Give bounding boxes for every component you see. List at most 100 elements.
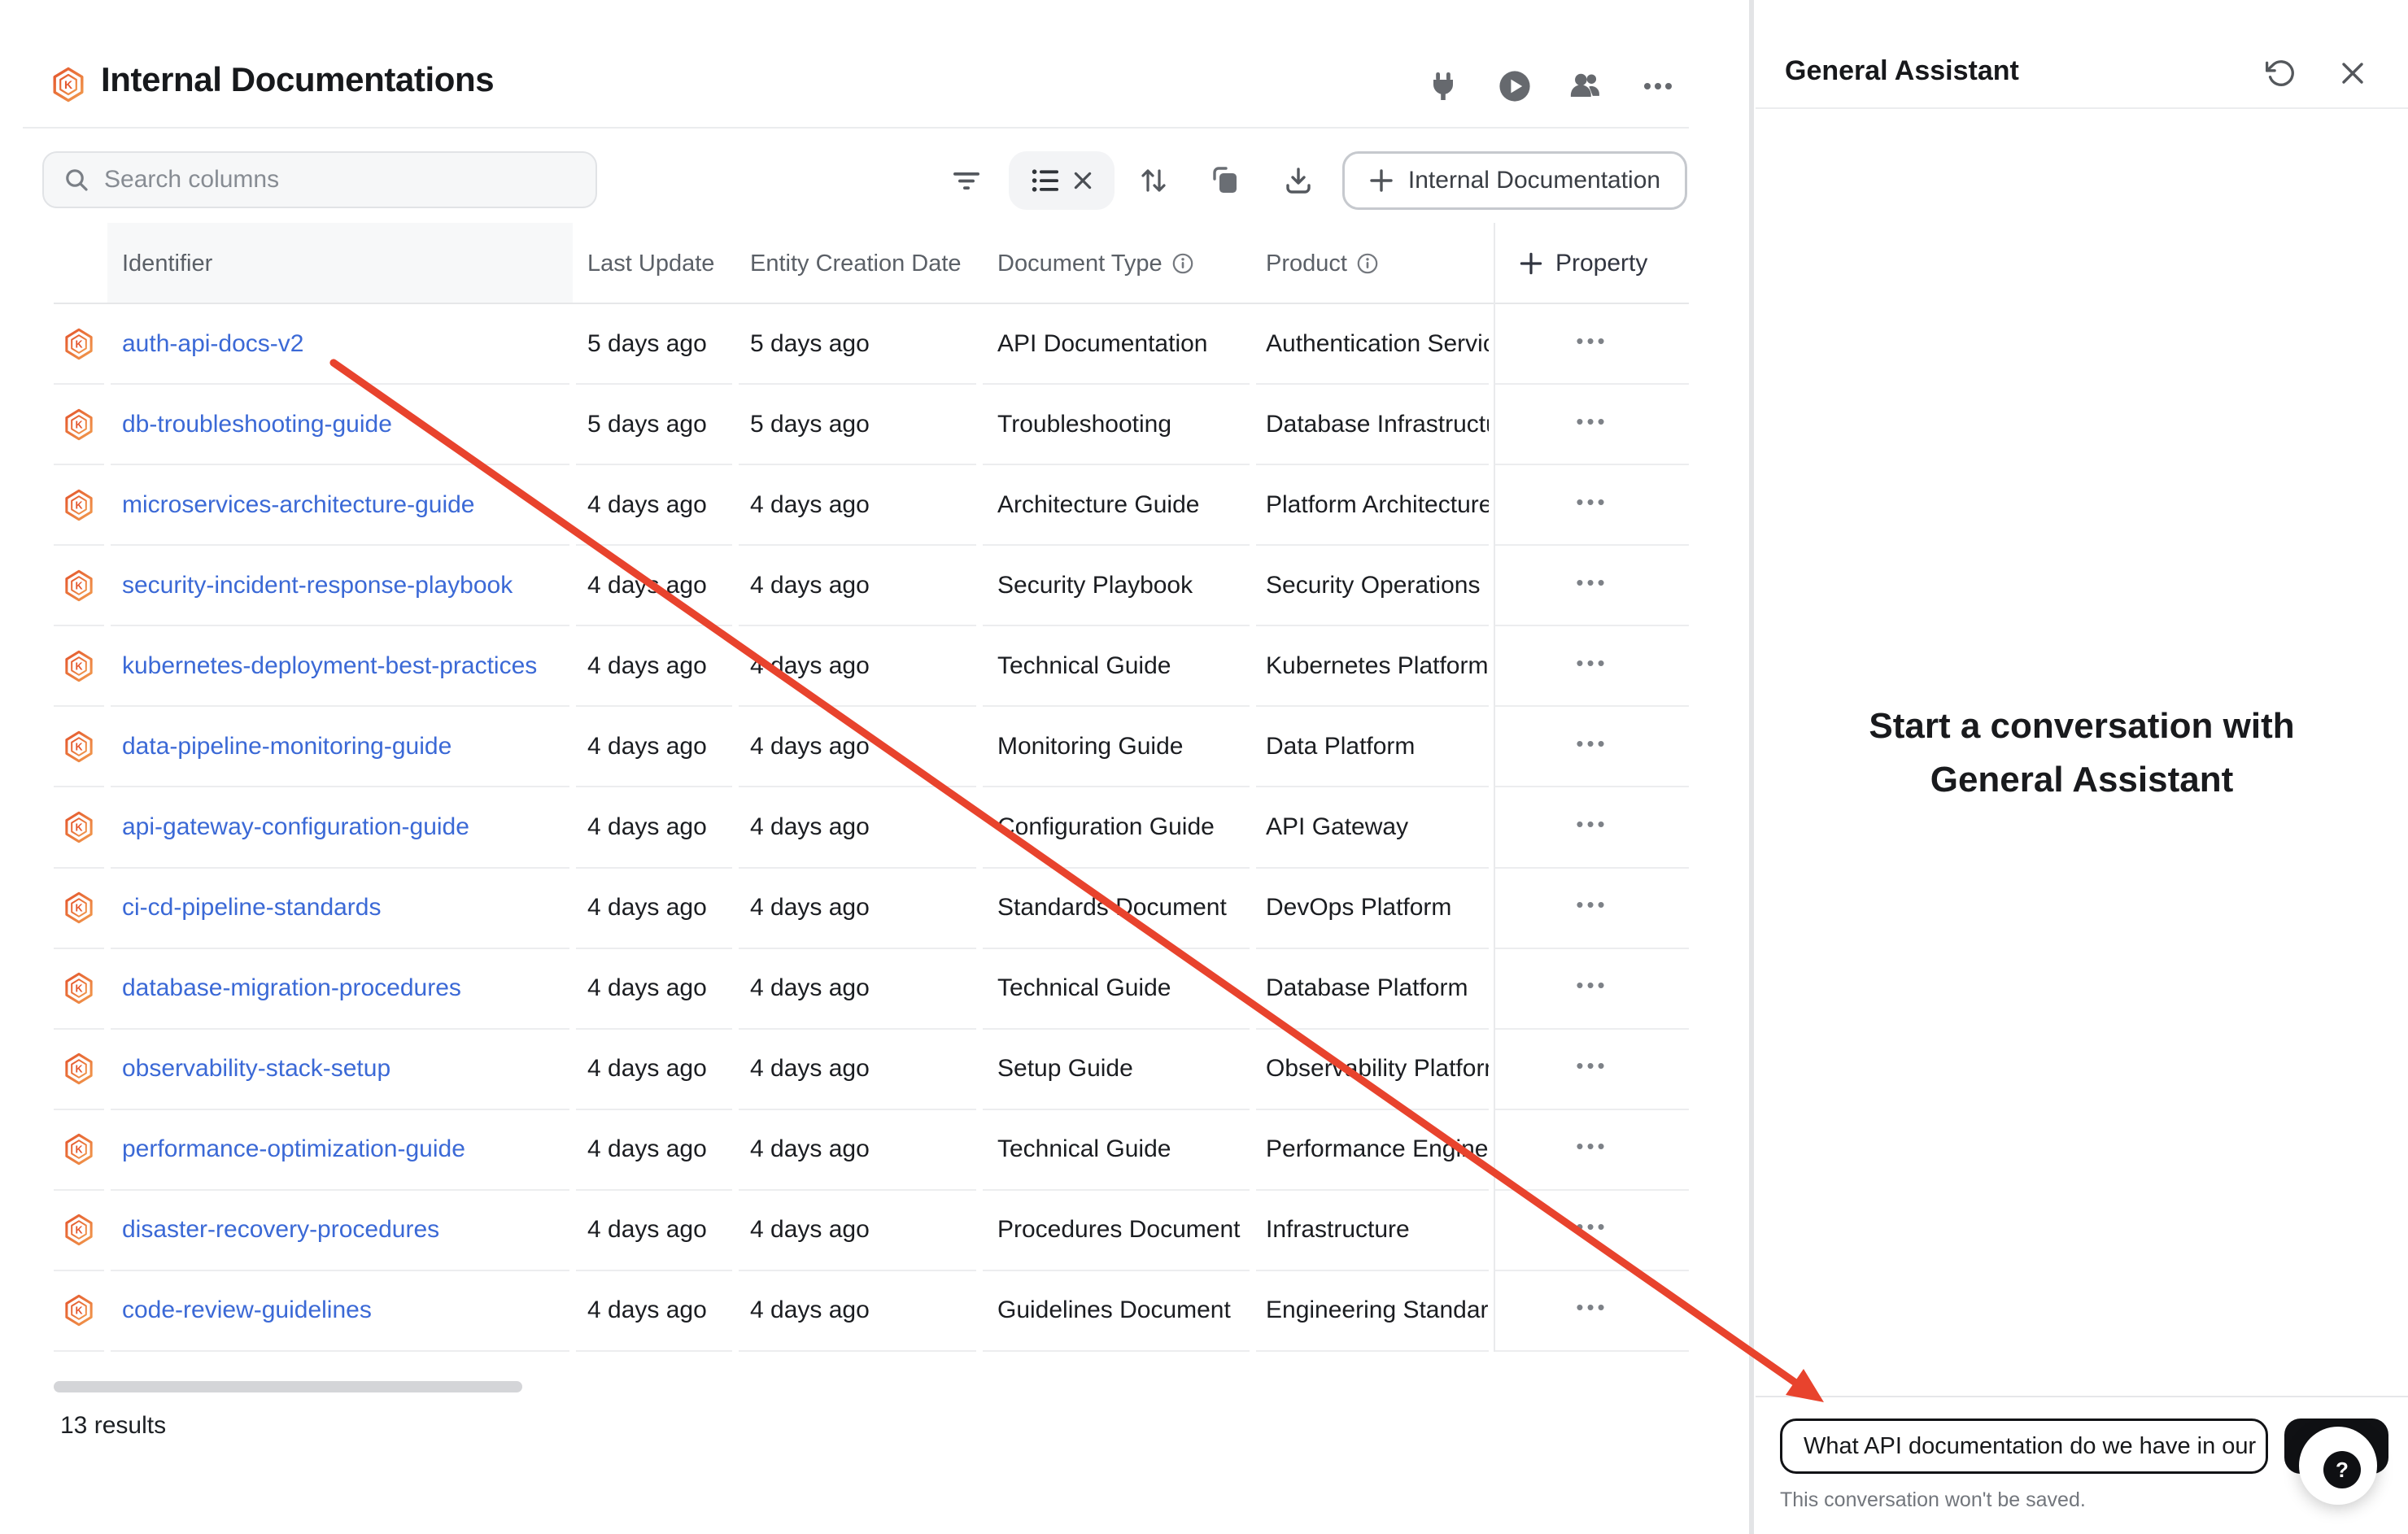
record-link[interactable]: db-troubleshooting-guide <box>122 411 392 438</box>
row-more-actions-icon[interactable]: ••• <box>1576 894 1608 922</box>
add-property-button[interactable]: Property <box>1520 223 1647 304</box>
last-update-cell: 4 days ago <box>576 1271 732 1352</box>
row-actions-cell: ••• <box>1495 1030 1689 1110</box>
download-icon[interactable] <box>1274 156 1323 205</box>
row-icon-cell <box>54 869 104 949</box>
entity-creation-date-cell: 4 days ago <box>739 1110 976 1191</box>
last-update-cell: 4 days ago <box>576 465 732 546</box>
row-more-actions-icon[interactable]: ••• <box>1576 1296 1608 1324</box>
header-divider <box>23 127 1689 129</box>
record-hexagon-icon <box>64 972 94 1005</box>
identifier-cell: microservices-architecture-guide <box>111 465 569 546</box>
record-link[interactable]: api-gateway-configuration-guide <box>122 813 469 841</box>
product-cell: Database Platform <box>1256 949 1489 1030</box>
close-panel-icon[interactable] <box>2335 55 2371 91</box>
clear-view-icon <box>1074 172 1092 190</box>
identifier-cell: data-pipeline-monitoring-guide <box>111 707 569 787</box>
integrations-plug-icon[interactable] <box>1425 68 1461 104</box>
row-more-actions-icon[interactable]: ••• <box>1576 572 1608 599</box>
row-icon-cell <box>54 707 104 787</box>
document-type-cell: Architecture Guide <box>983 465 1250 546</box>
row-icon-cell <box>54 787 104 868</box>
record-link[interactable]: kubernetes-deployment-best-practices <box>122 652 537 680</box>
entity-creation-date-cell: 4 days ago <box>739 707 976 787</box>
row-icon-cell <box>54 626 104 707</box>
record-link[interactable]: code-review-guidelines <box>122 1296 372 1324</box>
document-type-cell: Configuration Guide <box>983 787 1250 868</box>
table-row: api-gateway-configuration-guide 4 days a… <box>54 787 1689 868</box>
reset-conversation-icon[interactable] <box>2263 55 2299 91</box>
row-icon-cell <box>54 304 104 385</box>
entity-creation-date-cell: 4 days ago <box>739 1271 976 1352</box>
row-more-actions-icon[interactable]: ••• <box>1576 411 1608 438</box>
document-type-cell: Standards Document <box>983 869 1250 949</box>
assistant-input-value: What API documentation do we have in our <box>1804 1433 2256 1460</box>
view-switcher[interactable] <box>1009 151 1115 210</box>
column-header-document-type[interactable]: Document Type <box>997 223 1193 304</box>
duplicate-icon[interactable] <box>1201 156 1250 205</box>
identifier-cell: auth-api-docs-v2 <box>111 304 569 385</box>
row-more-actions-icon[interactable]: ••• <box>1576 733 1608 760</box>
document-type-cell: Troubleshooting <box>983 385 1250 465</box>
identifier-cell: api-gateway-configuration-guide <box>111 787 569 868</box>
row-more-actions-icon[interactable]: ••• <box>1576 1216 1608 1244</box>
column-header-identifier[interactable]: Identifier <box>122 223 212 304</box>
column-header-product[interactable]: Product <box>1266 223 1378 304</box>
record-link[interactable]: microservices-architecture-guide <box>122 491 474 519</box>
row-more-actions-icon[interactable]: ••• <box>1576 1135 1608 1163</box>
record-hexagon-icon <box>64 891 94 924</box>
record-link[interactable]: disaster-recovery-procedures <box>122 1216 439 1244</box>
row-actions-cell: ••• <box>1495 626 1689 707</box>
row-actions-cell: ••• <box>1495 1110 1689 1191</box>
row-more-actions-icon[interactable]: ••• <box>1576 1055 1608 1083</box>
record-link[interactable]: observability-stack-setup <box>122 1055 390 1083</box>
record-link[interactable]: performance-optimization-guide <box>122 1135 465 1163</box>
row-icon-cell <box>54 949 104 1030</box>
search-input[interactable]: Search columns <box>42 151 597 208</box>
row-more-actions-icon[interactable]: ••• <box>1576 813 1608 841</box>
more-options-icon[interactable] <box>1640 68 1676 104</box>
record-hexagon-icon <box>64 569 94 602</box>
table-row: security-incident-response-playbook 4 da… <box>54 546 1689 626</box>
row-more-actions-icon[interactable]: ••• <box>1576 330 1608 358</box>
record-link[interactable]: security-incident-response-playbook <box>122 572 513 599</box>
play-demo-icon[interactable] <box>1497 68 1533 104</box>
last-update-cell: 4 days ago <box>576 1030 732 1110</box>
document-type-cell: Monitoring Guide <box>983 707 1250 787</box>
document-type-cell: Technical Guide <box>983 626 1250 707</box>
horizontal-scrollbar[interactable] <box>54 1381 522 1392</box>
table-row: microservices-architecture-guide 4 days … <box>54 465 1689 546</box>
new-record-button[interactable]: Internal Documentation <box>1342 151 1687 210</box>
row-actions-cell: ••• <box>1495 385 1689 465</box>
help-question-icon[interactable]: ? <box>2323 1451 2361 1488</box>
row-icon-cell <box>54 1191 104 1271</box>
document-type-cell: Technical Guide <box>983 949 1250 1030</box>
last-update-cell: 4 days ago <box>576 546 732 626</box>
assistant-message-input[interactable]: What API documentation do we have in our <box>1780 1419 2268 1474</box>
entity-creation-date-cell: 4 days ago <box>739 465 976 546</box>
row-icon-cell <box>54 1030 104 1110</box>
column-header-entity-creation-date[interactable]: Entity Creation Date <box>750 223 962 304</box>
row-more-actions-icon[interactable]: ••• <box>1576 652 1608 680</box>
assistant-empty-state: Start a conversation with General Assist… <box>1756 699 2408 807</box>
column-header-last-update[interactable]: Last Update <box>587 223 714 304</box>
table-row: data-pipeline-monitoring-guide 4 days ag… <box>54 707 1689 787</box>
row-more-actions-icon[interactable]: ••• <box>1576 491 1608 519</box>
record-link[interactable]: auth-api-docs-v2 <box>122 330 303 358</box>
record-link[interactable]: data-pipeline-monitoring-guide <box>122 733 452 760</box>
sort-icon[interactable] <box>1129 156 1178 205</box>
share-members-icon[interactable] <box>1568 68 1604 104</box>
plus-icon <box>1369 168 1394 193</box>
composer-divider <box>1756 1396 2408 1397</box>
filter-icon[interactable] <box>942 156 991 205</box>
identifier-cell: db-troubleshooting-guide <box>111 385 569 465</box>
product-cell: API Gateway <box>1256 787 1489 868</box>
product-cell: Performance Engineering <box>1256 1110 1489 1191</box>
table-row: ci-cd-pipeline-standards 4 days ago 4 da… <box>54 869 1689 949</box>
table-row: performance-optimization-guide 4 days ag… <box>54 1110 1689 1191</box>
product-cell: Database Infrastructure <box>1256 385 1489 465</box>
record-link[interactable]: database-migration-procedures <box>122 974 461 1002</box>
row-more-actions-icon[interactable]: ••• <box>1576 974 1608 1002</box>
row-actions-cell: ••• <box>1495 465 1689 546</box>
record-link[interactable]: ci-cd-pipeline-standards <box>122 894 382 922</box>
